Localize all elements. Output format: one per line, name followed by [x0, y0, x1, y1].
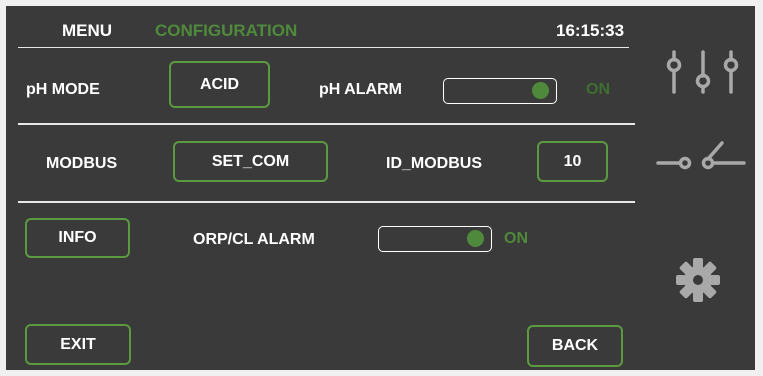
ph-alarm-toggle[interactable] — [443, 78, 557, 104]
id-modbus-value[interactable]: 10 — [537, 141, 608, 182]
ph-mode-label: pH MODE — [26, 81, 100, 98]
switch-icon[interactable] — [656, 138, 746, 172]
back-button[interactable]: BACK — [527, 325, 623, 367]
orp-alarm-label: ORP/CL ALARM — [193, 231, 315, 248]
sliders-icon[interactable] — [659, 50, 745, 96]
modbus-label: MODBUS — [46, 155, 118, 172]
toggle-knob — [467, 230, 484, 247]
set-com-button[interactable]: SET_COM — [173, 141, 328, 182]
exit-button[interactable]: EXIT — [25, 324, 131, 365]
menu-title: MENU — [62, 21, 113, 40]
hmi-screen: MENU CONFIGURATION 16:15:33 pH MODE ACID… — [6, 6, 755, 370]
id-modbus-label: ID_MODBUS — [386, 155, 483, 172]
gear-icon[interactable] — [675, 257, 721, 303]
info-button[interactable]: INFO — [25, 218, 130, 258]
divider — [18, 123, 635, 125]
toggle-knob — [532, 82, 549, 99]
ph-alarm-label: pH ALARM — [319, 81, 402, 98]
clock: 16:15:33 — [556, 21, 625, 40]
orp-alarm-state: ON — [504, 230, 528, 247]
header-bar: MENU CONFIGURATION 16:15:33 — [18, 17, 629, 48]
ph-mode-button[interactable]: ACID — [169, 61, 270, 108]
section-title: CONFIGURATION — [155, 21, 298, 40]
orp-alarm-toggle[interactable] — [378, 226, 492, 252]
divider — [18, 201, 635, 203]
ph-alarm-state: ON — [586, 81, 610, 98]
